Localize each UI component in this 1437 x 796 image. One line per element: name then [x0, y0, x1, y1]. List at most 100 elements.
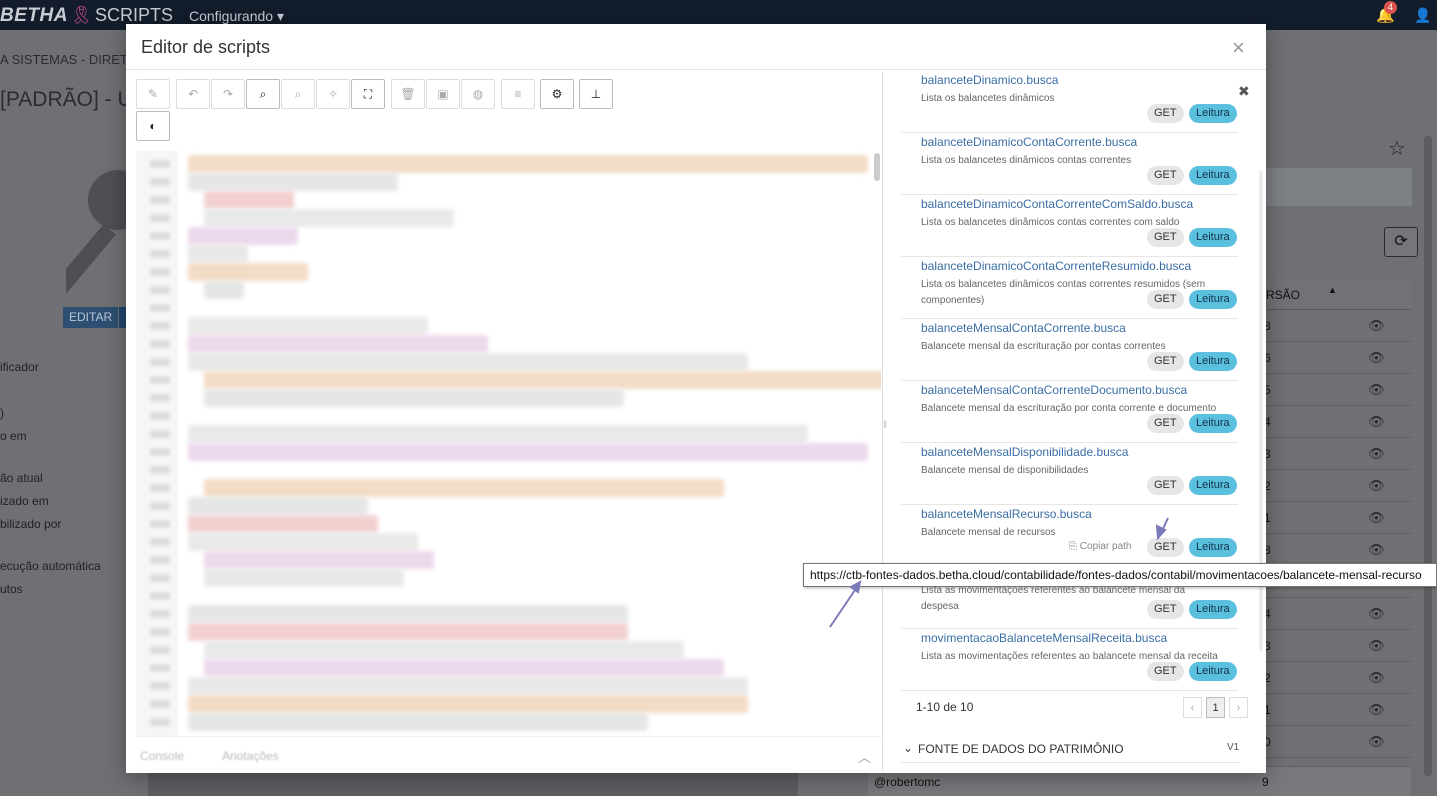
eye-icon[interactable]: 👁: [1368, 670, 1385, 686]
search-icon[interactable]: ⌕: [246, 79, 280, 109]
tab-console[interactable]: Console: [140, 749, 184, 763]
pencil-icon[interactable]: ✎: [136, 79, 170, 109]
fullscreen-icon[interactable]: ⛶: [351, 79, 385, 109]
chevron-up-icon[interactable]: ︿: [858, 747, 871, 766]
background-footer-bar: [148, 772, 798, 796]
brand-logo[interactable]: BETHA: [0, 5, 68, 27]
list-item[interactable]: balanceteMensalContaCorrenteDocumento.bu…: [901, 381, 1238, 443]
table-header[interactable]: RSÃO ▲: [1258, 279, 1411, 310]
line-number: [150, 340, 170, 348]
eye-icon[interactable]: 👁: [1368, 638, 1385, 654]
page-scrollbar[interactable]: [1424, 136, 1432, 776]
resource-name[interactable]: balanceteDinamicoContaCorrenteResumido.b…: [921, 259, 1191, 273]
code-scrollbar[interactable]: [874, 153, 880, 181]
line-number: [150, 466, 170, 474]
eye-icon[interactable]: 👁: [1368, 446, 1385, 462]
next-page-button[interactable]: ›: [1229, 697, 1248, 718]
eye-icon[interactable]: 👁: [1368, 542, 1385, 558]
refresh-icon[interactable]: ⟳: [1384, 227, 1418, 257]
line-number: [150, 214, 170, 222]
eye-icon[interactable]: 👁: [1368, 734, 1385, 750]
method-badge[interactable]: GET: [1147, 352, 1184, 371]
list-item[interactable]: balanceteDinamicoContaCorrente.busca Lis…: [901, 133, 1238, 195]
magic-wand-icon[interactable]: ✧: [316, 79, 350, 109]
list-item[interactable]: balanceteMensalContaCorrente.busca Balan…: [901, 319, 1238, 381]
eye-icon[interactable]: 👁: [1368, 382, 1385, 398]
list-item[interactable]: balanceteDinamicoContaCorrenteComSaldo.b…: [901, 195, 1238, 257]
redo-icon[interactable]: ↷: [211, 79, 245, 109]
close-icon[interactable]: ×: [1232, 35, 1245, 61]
search-box[interactable]: [1266, 168, 1412, 206]
modal-header: Editor de scripts ×: [126, 24, 1266, 70]
access-badge: Leitura: [1189, 166, 1237, 185]
eye-icon[interactable]: 👁: [1368, 318, 1385, 334]
code-area[interactable]: [136, 151, 881, 736]
method-badge[interactable]: GET: [1147, 290, 1184, 309]
line-number: [150, 610, 170, 618]
list-item[interactable]: movimentacaoBalanceteMensalReceita.busca…: [901, 629, 1238, 691]
line-number: [150, 430, 170, 438]
resource-name[interactable]: balanceteMensalRecurso.busca: [921, 507, 1092, 521]
eye-icon[interactable]: 👁: [1368, 606, 1385, 622]
edit-button[interactable]: EDITAR: [63, 307, 119, 328]
script-editor-modal: Editor de scripts × ✎ ↶ ↷ ⌕ ⌕ ✧ ⛶ 🗑 ▣ ◍ …: [126, 24, 1266, 773]
eye-icon[interactable]: 👁: [1368, 414, 1385, 430]
code-line: [204, 641, 684, 659]
resource-name[interactable]: balanceteDinamico.busca: [921, 73, 1058, 87]
resource-name[interactable]: balanceteDinamicoContaCorrenteComSaldo.b…: [921, 197, 1193, 211]
code-line: [188, 245, 248, 263]
list-item[interactable]: balanceteMensalDisponibilidade.busca Bal…: [901, 443, 1238, 505]
format-icon[interactable]: ≡: [501, 79, 535, 109]
eye-icon[interactable]: 👁: [1368, 510, 1385, 526]
context-menu[interactable]: Configurando ▾: [189, 8, 284, 25]
prev-page-button[interactable]: ‹: [1183, 697, 1202, 718]
resource-name[interactable]: balanceteMensalContaCorrente.busca: [921, 321, 1126, 335]
line-number: [150, 268, 170, 276]
star-icon[interactable]: ☆: [1388, 136, 1406, 161]
resource-name[interactable]: balanceteMensalContaCorrenteDocumento.bu…: [921, 383, 1187, 397]
method-badge[interactable]: GET: [1147, 166, 1184, 185]
list-item[interactable]: balanceteDinamicoContaCorrenteResumido.b…: [901, 257, 1238, 319]
user-icon[interactable]: 👤: [1414, 7, 1431, 24]
method-badge[interactable]: GET: [1147, 662, 1184, 681]
method-badge[interactable]: GET: [1147, 228, 1184, 247]
gear-icon[interactable]: ⚙: [540, 79, 574, 109]
code-line: [204, 389, 624, 407]
trash-icon[interactable]: 🗑: [391, 79, 425, 109]
access-badge: Leitura: [1189, 228, 1237, 247]
eye-icon[interactable]: 👁: [1368, 702, 1385, 718]
contrast-icon[interactable]: ◐: [136, 111, 170, 141]
table-row: 4 👁: [1258, 406, 1411, 438]
tab-annotations[interactable]: Anotações: [222, 749, 279, 763]
copy-path-label: Copiar path: [1079, 541, 1132, 552]
detail-label: ificador: [0, 360, 39, 374]
save-icon[interactable]: ▣: [426, 79, 460, 109]
eye-icon[interactable]: 👁: [1368, 478, 1385, 494]
notification-badge: 4: [1384, 1, 1398, 14]
code-line: [188, 173, 398, 191]
page-number[interactable]: 1: [1206, 697, 1225, 718]
resource-name[interactable]: balanceteDinamicoContaCorrente.busca: [921, 135, 1137, 149]
context-menu-label: Configurando: [189, 8, 274, 24]
line-number: [150, 196, 170, 204]
line-number: [150, 232, 170, 240]
resource-name[interactable]: balanceteMensalDisponibilidade.busca: [921, 445, 1128, 459]
copy-path-button[interactable]: ⎘ Copiar path: [1069, 541, 1131, 552]
sitemap-icon[interactable]: ⊥: [579, 79, 613, 109]
method-badge[interactable]: GET: [1147, 600, 1184, 619]
method-badge[interactable]: GET: [1147, 538, 1184, 557]
method-badge[interactable]: GET: [1147, 104, 1184, 123]
detail-label: ecução automática: [0, 559, 101, 573]
list-item[interactable]: balanceteDinamico.busca Lista os balance…: [901, 71, 1238, 133]
section-header[interactable]: ⌄ FONTE DE DADOS DO PATRIMÔNIO V1: [901, 737, 1240, 763]
search-replace-icon[interactable]: ⌕: [281, 79, 315, 109]
eye-icon[interactable]: 👁: [1368, 350, 1385, 366]
undo-icon[interactable]: ↶: [176, 79, 210, 109]
method-badge[interactable]: GET: [1147, 476, 1184, 495]
resource-name[interactable]: movimentacaoBalanceteMensalReceita.busca: [921, 631, 1167, 645]
list-item[interactable]: balanceteMensalRecurso.busca Balancete m…: [901, 505, 1238, 567]
method-badge[interactable]: GET: [1147, 414, 1184, 433]
author-version-cell: 9: [1258, 766, 1411, 796]
globe-icon[interactable]: ◍: [461, 79, 495, 109]
url-tooltip: https://ctb-fontes-dados.betha.cloud/con…: [803, 563, 1437, 587]
